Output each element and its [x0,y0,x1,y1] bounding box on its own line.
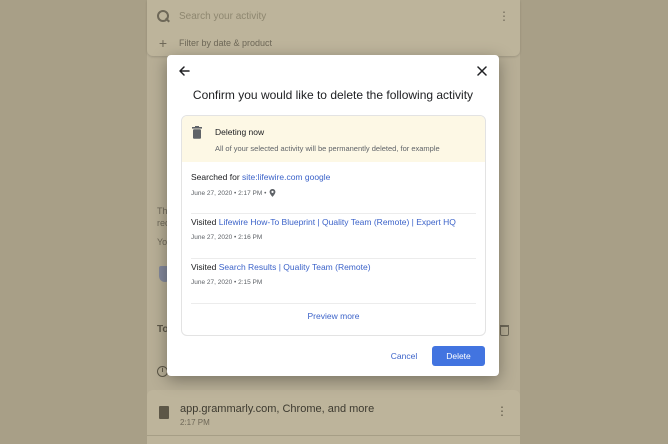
search-icon [157,10,169,22]
cancel-button[interactable]: Cancel [384,347,424,365]
activity-link[interactable]: Search Results | Quality Team (Remote) [219,262,371,272]
activity-timestamp: June 27, 2020 • 2:16 PM [191,234,263,241]
activity-item: Visited Lifewire How-To Blueprint | Qual… [191,217,476,259]
search-input[interactable]: Search your activity [179,11,488,22]
confirm-delete-dialog: Confirm you would like to delete the fol… [167,55,499,376]
activity-timestamp: June 27, 2020 • 2:17 PM • [191,189,267,197]
activity-prefix: Visited [191,217,217,227]
list-item-time: 2:17 PM [180,418,210,427]
activity-meta: June 27, 2020 • 2:15 PM [191,279,262,286]
activity-line: Searched for site:lifewire.com google [191,172,330,182]
close-icon [477,66,487,76]
activity-meta: June 27, 2020 • 2:16 PM [191,234,262,241]
filter-label: Filter by date & product [179,38,273,48]
document-icon [159,406,169,419]
preview-more-link[interactable]: Preview more [182,311,485,321]
plus-icon: + [158,35,168,51]
more-vert-icon[interactable]: ⋮ [498,10,510,22]
dialog-title: Confirm you would like to delete the fol… [192,88,474,102]
arrow-left-icon [179,66,190,76]
activity-meta: June 27, 2020 • 2:17 PM • [191,189,276,197]
back-button[interactable] [176,63,192,79]
activity-timestamp: June 27, 2020 • 2:15 PM [191,279,263,286]
location-pin-icon [269,189,276,197]
activity-search-card: Search your activity ⋮ + Filter by date … [147,0,520,56]
list-item-title: app.grammarly.com, Chrome, and more [180,403,375,415]
activity-item: Visited Search Results | Quality Team (R… [191,262,476,304]
activity-link[interactable]: site:lifewire.com google [242,172,330,182]
activity-line: Visited Lifewire How-To Blueprint | Qual… [191,217,456,227]
banner-title: Deleting now [215,127,265,137]
activity-item: Searched for site:lifewire.com google Ju… [191,172,476,214]
search-row: Search your activity ⋮ [157,5,510,27]
background-text-fragment: Th [157,206,168,216]
delete-button[interactable]: Delete [432,346,485,366]
banner-subtitle: All of your selected activity will be pe… [215,144,440,153]
close-button[interactable] [474,63,490,79]
activity-line: Visited Search Results | Quality Team (R… [191,262,371,272]
divider [147,435,520,436]
activity-preview-card: Deleting now All of your selected activi… [181,115,486,336]
trash-icon [192,126,202,139]
trash-icon[interactable] [500,325,509,336]
activity-prefix: Visited [191,262,217,272]
filter-row[interactable]: + Filter by date & product [157,36,510,50]
background-text-fragment: Yo [157,237,168,247]
more-vert-icon[interactable]: ⋮ [496,404,508,418]
activity-link[interactable]: Lifewire How-To Blueprint | Quality Team… [219,217,456,227]
deleting-now-banner: Deleting now All of your selected activi… [182,116,485,162]
activity-prefix: Searched for [191,172,240,182]
